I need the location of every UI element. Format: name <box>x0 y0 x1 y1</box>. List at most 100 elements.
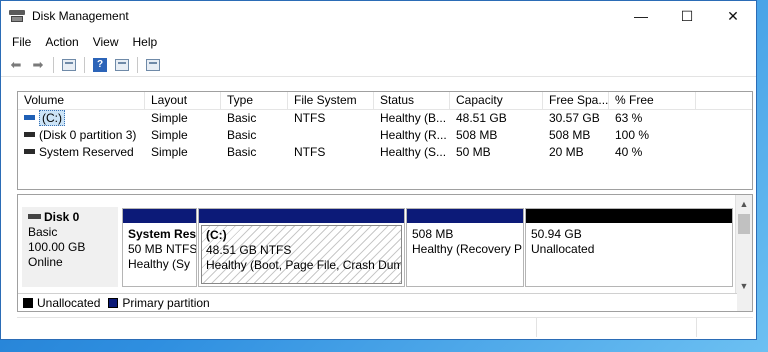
help-icon[interactable]: ? <box>91 57 109 73</box>
column-header-layout[interactable]: Layout <box>145 92 221 109</box>
volume-list-icon[interactable] <box>113 57 131 73</box>
status-cell: Healthy (B... <box>380 111 447 125</box>
percent-free-cell: 40 % <box>615 145 643 159</box>
column-header-capacity[interactable]: Capacity <box>450 92 543 109</box>
percent-free-cell: 100 % <box>615 128 650 142</box>
column-header-percent-free[interactable]: % Free <box>609 92 696 109</box>
back-icon[interactable]: ⬅ <box>7 57 25 73</box>
partition-status: Healthy (Sy <box>128 257 191 271</box>
vertical-scrollbar[interactable]: ▲ ▼ <box>735 195 752 311</box>
volume-cell: System Reserved <box>18 144 145 161</box>
partition-status: Healthy (Boot, Page File, Crash Dump <box>206 258 402 272</box>
volume-icon <box>24 115 35 121</box>
volume-icon <box>24 149 35 155</box>
scroll-thumb[interactable] <box>738 214 750 234</box>
partition-body: 50.94 GB Unallocated <box>526 223 732 261</box>
partition-status: Unallocated <box>531 242 595 256</box>
layout-cell: Simple <box>151 145 188 159</box>
title-bar[interactable]: Disk Management — ☐ ✕ <box>1 1 756 31</box>
properties-icon[interactable] <box>60 57 78 73</box>
disk-management-app-icon <box>9 10 25 22</box>
status-cell: Healthy (S... <box>380 145 447 159</box>
primary-partition-bar <box>123 209 196 223</box>
unallocated-space[interactable]: 50.94 GB Unallocated <box>525 208 733 287</box>
toolbar: ⬅ ➡ ? <box>1 53 756 77</box>
menu-bar: File Action View Help <box>1 31 756 53</box>
column-header-status[interactable]: Status <box>374 92 450 109</box>
free-space-cell: 30.57 GB <box>549 111 600 125</box>
minimize-button[interactable]: — <box>618 1 664 31</box>
column-header-type[interactable]: Type <box>221 92 288 109</box>
volume-cell: (C:) <box>18 110 145 127</box>
capacity-cell: 50 MB <box>456 145 491 159</box>
disk-icon <box>28 214 41 220</box>
primary-partition-bar <box>199 209 404 223</box>
status-segment <box>537 318 697 337</box>
partition-body-selected: (C:) 48.51 GB NTFS Healthy (Boot, Page F… <box>201 225 402 284</box>
volume-name: (Disk 0 partition 3) <box>39 128 137 142</box>
menu-help[interactable]: Help <box>126 35 165 49</box>
partition-system-reserved[interactable]: System Res 50 MB NTFS Healthy (Sy <box>122 208 197 287</box>
toolbar-separator <box>137 56 138 73</box>
layout-cell: Simple <box>151 128 188 142</box>
window-title: Disk Management <box>32 9 129 23</box>
partition-status: Healthy (Recovery P <box>412 242 523 256</box>
column-header-free-space[interactable]: Free Spa... <box>543 92 609 109</box>
layout-cell: Simple <box>151 111 188 125</box>
partition-c-drive[interactable]: (C:) 48.51 GB NTFS Healthy (Boot, Page F… <box>198 208 405 287</box>
partition-name: System Res <box>128 227 196 241</box>
status-bar <box>17 317 753 337</box>
close-button[interactable]: ✕ <box>710 1 756 31</box>
toolbar-separator <box>53 56 54 73</box>
primary-partition-bar <box>407 209 523 223</box>
partition-body: 508 MB Healthy (Recovery P <box>407 223 523 261</box>
disk-0-label[interactable]: Disk 0 Basic 100.00 GB Online <box>22 207 118 287</box>
type-cell: Basic <box>227 145 257 159</box>
volume-name: System Reserved <box>39 145 134 159</box>
type-cell: Basic <box>227 111 257 125</box>
disk-type: Basic <box>28 225 58 239</box>
file-system-cell <box>288 127 374 144</box>
file-system-cell: NTFS <box>294 145 326 159</box>
free-space-cell: 508 MB <box>549 128 591 142</box>
volume-name: (C:) <box>39 110 65 126</box>
menu-view[interactable]: View <box>86 35 126 49</box>
legend-primary-partition: Primary partition <box>122 295 210 310</box>
partition-size: 50 MB NTFS <box>128 242 196 256</box>
scroll-up-icon[interactable]: ▲ <box>736 195 752 212</box>
partition-size: 508 MB <box>412 227 454 241</box>
unallocated-swatch <box>23 297 33 308</box>
disk-graphical-view[interactable]: Disk 0 Basic 100.00 GB Online System Res… <box>17 194 753 312</box>
scroll-down-icon[interactable]: ▼ <box>736 277 752 294</box>
volume-list-header: Volume Layout Type File System Status Ca… <box>18 92 752 110</box>
status-segment <box>17 318 537 337</box>
column-header-volume[interactable]: Volume <box>18 92 145 109</box>
primary-partition-swatch <box>108 297 119 308</box>
capacity-cell: 508 MB <box>456 128 498 142</box>
status-cell: Healthy (R... <box>380 128 447 142</box>
free-space-cell: 20 MB <box>549 145 584 159</box>
column-header-file-system[interactable]: File System <box>288 92 374 109</box>
disk-state: Online <box>28 255 63 269</box>
legend: Unallocated Primary partition <box>18 293 737 311</box>
partition-recovery[interactable]: 508 MB Healthy (Recovery P <box>406 208 524 287</box>
toolbar-separator <box>84 56 85 73</box>
disk-size: 100.00 GB <box>28 240 86 254</box>
partition-body: System Res 50 MB NTFS Healthy (Sy <box>123 223 196 276</box>
table-row[interactable]: (C:) Simple Basic NTFS Healthy (B... 48.… <box>18 110 752 127</box>
partition-size: 48.51 GB NTFS <box>206 243 292 257</box>
partition-size: 50.94 GB <box>531 227 582 241</box>
disk-management-window: Disk Management — ☐ ✕ File Action View H… <box>0 0 757 340</box>
table-row[interactable]: System Reserved Simple Basic NTFS Health… <box>18 144 752 161</box>
disk-list-icon[interactable] <box>144 57 162 73</box>
table-row[interactable]: (Disk 0 partition 3) Simple Basic Health… <box>18 127 752 144</box>
menu-action[interactable]: Action <box>38 35 85 49</box>
disk-name: Disk 0 <box>44 210 80 224</box>
maximize-button[interactable]: ☐ <box>664 1 710 31</box>
capacity-cell: 48.51 GB <box>456 111 507 125</box>
forward-icon[interactable]: ➡ <box>29 57 47 73</box>
partition-name: (C:) <box>206 228 227 242</box>
volume-list[interactable]: Volume Layout Type File System Status Ca… <box>17 91 753 190</box>
menu-file[interactable]: File <box>5 35 38 49</box>
percent-free-cell: 63 % <box>615 111 643 125</box>
